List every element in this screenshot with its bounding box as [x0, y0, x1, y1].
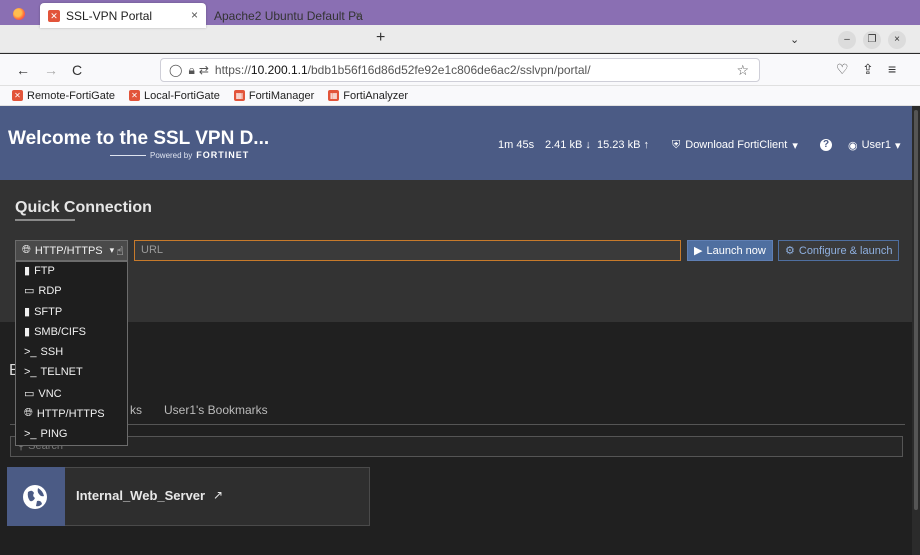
caret-down-icon: ▾	[792, 140, 798, 152]
launch-now-button[interactable]: ▶ Launch now	[687, 240, 773, 261]
portal-title: Welcome to the SSL VPN D...	[8, 128, 270, 149]
fortianalyzer-icon: ▦	[328, 90, 340, 101]
tab-close-icon[interactable]: ×	[355, 8, 362, 22]
caret-down-icon: ▾	[894, 140, 901, 152]
user-menu[interactable]: ◉ User1 ▾	[848, 139, 900, 152]
extensions-icon[interactable]: ⇪	[862, 61, 874, 78]
tab-close-icon[interactable]: ×	[191, 8, 198, 22]
file-icon: ▮	[24, 265, 31, 277]
fortigate-icon: ✕	[12, 90, 23, 101]
pocket-icon[interactable]: ♡	[836, 61, 849, 78]
monitor-icon: ▭	[24, 388, 35, 400]
reload-button[interactable]: C	[72, 62, 82, 78]
play-circle-icon: ▶	[694, 245, 703, 257]
external-link-icon[interactable]: ↗	[213, 488, 223, 502]
tab-apache2-default[interactable]: Apache2 Ubuntu Default Pa ×	[210, 3, 370, 28]
bookmark-local-fortigate[interactable]: ✕ Local-FortiGate	[129, 90, 220, 102]
url-path: /bdb1b56f16d86d52fe92e1c806de6ac2/sslvpn…	[307, 63, 591, 77]
dropdown-option-ssh[interactable]: >_ SSH	[24, 346, 63, 358]
dropdown-option-ftp[interactable]: ▮ FTP	[24, 264, 55, 278]
firefox-icon[interactable]	[13, 8, 25, 20]
fortigate-icon: ✕	[129, 90, 141, 101]
shield-icon[interactable]: ◯	[169, 63, 182, 77]
protocol-select[interactable]: 🌐︎ HTTP/HTTPS ▾ ☝	[15, 240, 128, 261]
title-underline	[15, 219, 75, 221]
dropdown-option-ping[interactable]: >_ PING	[24, 428, 67, 440]
download-forticlient-menu[interactable]: ⛨ Download FortiClient ▾	[672, 139, 798, 152]
caret-down-icon: ▾	[109, 245, 115, 255]
quick-connection-title: Quick Connection	[15, 199, 152, 216]
fortigate-favicon-icon: ✕	[48, 9, 60, 22]
tab-sslvpn-portal[interactable]: ✕ SSL-VPN Portal ×	[40, 3, 206, 28]
restore-button[interactable]: ❐	[863, 31, 881, 49]
dropdown-option-sftp[interactable]: ▮ SFTP	[24, 305, 62, 319]
upload-stat: 15.23 kB ↑	[597, 139, 649, 151]
bookmarks-toolbar: ✕ Remote-FortiGate ✕ Local-FortiGate ▦ Fort…	[0, 86, 920, 106]
fortinet-logo: FORTINET	[196, 150, 250, 160]
permissions-icon[interactable]: ⇄	[199, 63, 209, 77]
tab-list-chevron-icon[interactable]: ⌄	[790, 33, 799, 46]
terminal-icon: >_	[24, 428, 37, 440]
globe-icon: 🌐︎	[22, 244, 31, 256]
session-time: 1m 45s	[498, 139, 535, 151]
tab-label: Apache2 Ubuntu Default Pa	[214, 8, 363, 23]
file-icon: ▮	[24, 326, 31, 338]
protocol-dropdown: ▮ FTP ▭ RDP ▮ SFTP ▮ SMB/CIFS >_ SSH >_ TELNET…	[15, 261, 128, 446]
bookmark-fortimanager[interactable]: ▦ FortiManager	[233, 90, 314, 102]
dropdown-option-rdp[interactable]: ▭ RDP	[24, 284, 62, 298]
menu-icon[interactable]: ≡	[888, 61, 896, 77]
fortimanager-icon: ▦	[233, 90, 245, 101]
close-window-button[interactable]: ×	[888, 31, 906, 49]
dropdown-option-telnet[interactable]: >_ TELNET	[24, 366, 83, 378]
dropdown-option-vnc[interactable]: ▭ VNC	[24, 387, 62, 401]
dropdown-option-http-https[interactable]: 🌐︎ HTTP/HTTPS	[24, 407, 105, 420]
back-button[interactable]: ←	[16, 62, 30, 78]
url-bar[interactable]: ◯ 🔒︎ ⇄ https:// 10.200.1.1 /bdb1b56f16d8…	[160, 58, 760, 82]
configure-launch-button[interactable]: ⚙ Configure & launch	[778, 240, 899, 261]
forward-button[interactable]: →	[44, 62, 58, 78]
powered-by: Powered by FORTINET	[110, 150, 249, 160]
new-tab-button[interactable]: +	[376, 29, 385, 47]
bookmark-label[interactable]: Internal_Web_Server	[76, 488, 205, 503]
bookmark-star-icon[interactable]: ☆	[736, 62, 749, 79]
minimize-button[interactable]: –	[838, 31, 856, 49]
tab-label: SSL-VPN Portal	[66, 8, 153, 23]
user-icon: ◉	[848, 140, 858, 152]
help-icon[interactable]: ?	[820, 139, 832, 151]
terminal-icon: >_	[24, 366, 37, 378]
lock-warning-icon[interactable]: 🔒︎	[188, 63, 194, 78]
url-input[interactable]: URL	[134, 240, 681, 261]
browser-tab-bar	[0, 25, 920, 53]
scrollbar-thumb[interactable]	[914, 110, 918, 510]
bookmark-remote-fortigate[interactable]: ✕ Remote-FortiGate	[12, 90, 115, 102]
forticlient-shield-icon: ⛨	[672, 139, 681, 151]
powered-line	[110, 154, 146, 156]
globe-icon: 🌐︎	[24, 407, 33, 419]
bookmark-fortianalyzer[interactable]: ▦ FortiAnalyzer	[328, 90, 408, 102]
tabs-divider	[10, 424, 905, 425]
gear-icon: ⚙	[785, 245, 795, 257]
bookmark-search-input[interactable]: ⚲ Search	[10, 436, 903, 457]
file-icon: ▮	[24, 306, 31, 318]
dropdown-option-smb-cifs[interactable]: ▮ SMB/CIFS	[24, 325, 86, 339]
download-stat: 2.41 kB ↓	[545, 139, 591, 151]
terminal-icon: >_	[24, 346, 37, 358]
hand-cursor-icon: ☝	[116, 243, 124, 258]
globe-icon	[23, 485, 47, 509]
tab-user-bookmarks[interactable]: User1's Bookmarks	[164, 403, 268, 417]
url-host: 10.200.1.1	[250, 63, 308, 77]
url-prefix: https://	[214, 63, 251, 77]
monitor-icon: ▭	[24, 285, 35, 297]
tab-bookmarks[interactable]: ks	[130, 403, 142, 417]
